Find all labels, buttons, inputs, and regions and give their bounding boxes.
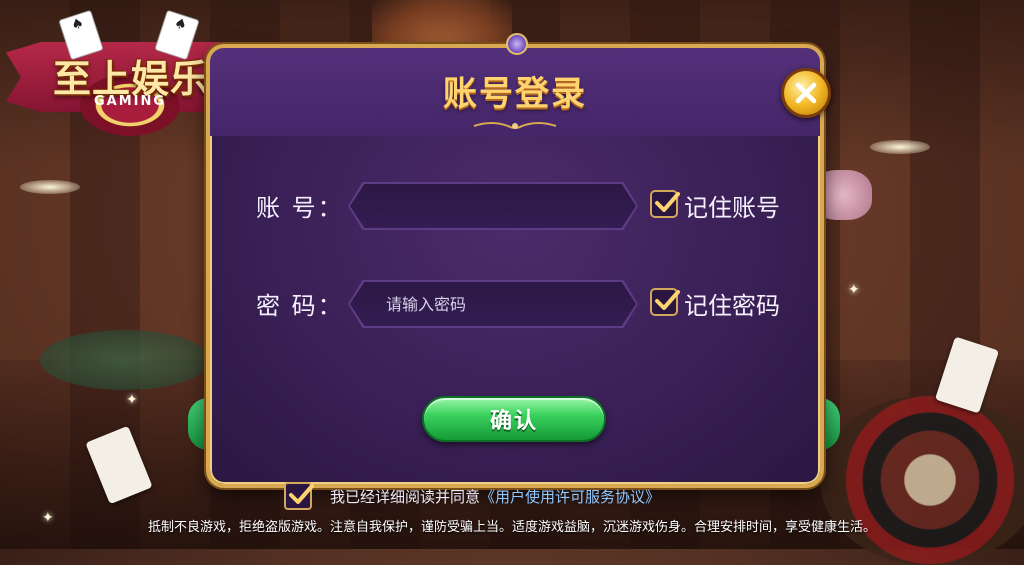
logo-subtitle: GAMING: [93, 94, 167, 109]
remember-account-label[interactable]: 记住账号: [684, 188, 780, 223]
remember-password-checkbox[interactable]: [650, 288, 680, 316]
health-gaming-notice: 抵制不良游戏，拒绝盗版游戏。注意自我保护，谨防受骗上当。适度游戏益脑，沉迷游戏伤…: [147, 520, 876, 535]
close-button[interactable]: [781, 68, 831, 118]
confirm-button[interactable]: 确认: [422, 396, 606, 442]
user-agreement-link[interactable]: 《用户使用许可服务协议》: [480, 488, 660, 506]
background-roulette-wheel: [820, 395, 1024, 565]
remember-account-checkbox[interactable]: [650, 190, 680, 218]
dialog-gem-ornament: [506, 33, 528, 55]
background-ceiling-lamp: [20, 180, 80, 194]
background-card-table: [40, 330, 210, 390]
account-input[interactable]: [350, 184, 636, 228]
checkmark-icon: [655, 290, 680, 310]
remember-password-label[interactable]: 记住密码: [684, 286, 780, 321]
login-dialog: 账号登录 账 号： 记住账号 密 码： 记住密码 确认: [206, 33, 824, 488]
sparkle-icon: ✦: [848, 282, 860, 298]
sparkle-icon: ✦: [126, 392, 138, 408]
checkmark-icon: [655, 192, 680, 212]
agreement-text: 我已经详细阅读并同意《用户使用许可服务协议》: [330, 486, 660, 507]
dialog-title: 账号登录: [443, 74, 587, 114]
checkmark-icon: [289, 484, 314, 504]
agreement-checkbox[interactable]: [284, 482, 314, 510]
agreement-statement: 我已经详细阅读并同意: [330, 488, 481, 506]
account-label: 账 号：: [256, 194, 344, 222]
password-input[interactable]: [350, 282, 636, 326]
background-ceiling-lamp: [870, 140, 930, 154]
password-label: 密 码：: [256, 292, 344, 320]
title-ornament-icon: [473, 122, 557, 129]
close-icon: [795, 82, 817, 104]
